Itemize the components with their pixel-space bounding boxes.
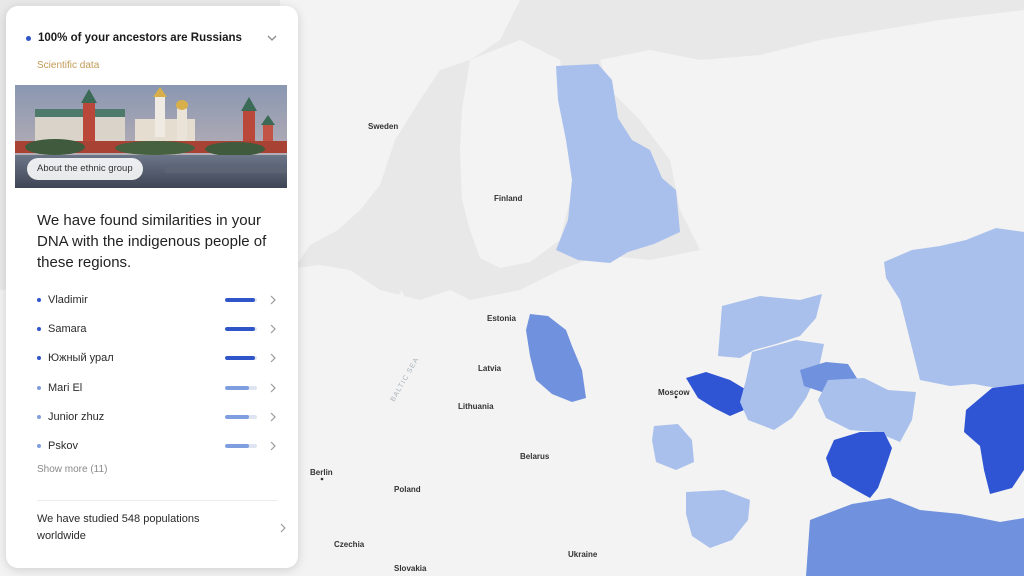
region-list: Vladimir Samara Южный урал Mari El Junior zh… [37, 285, 277, 461]
similarity-bar [225, 385, 257, 390]
label-lithuania: Lithuania [458, 402, 494, 411]
region-dot [37, 414, 41, 419]
ethnic-group-banner: About the ethnic group [15, 85, 287, 188]
chevron-right-icon [270, 383, 276, 392]
region-item[interactable]: Samara [37, 314, 277, 343]
chevron-down-icon[interactable] [266, 32, 278, 44]
region-item[interactable]: Южный урал [37, 344, 277, 373]
show-more-link[interactable]: Show more (11) [37, 464, 107, 475]
chevron-right-icon [270, 295, 276, 305]
region-item[interactable]: Pskov [37, 431, 277, 460]
similarity-bar-fill [225, 385, 249, 390]
label-moscow: Moscow [658, 388, 690, 397]
region-name: Junior zhuz [48, 410, 105, 423]
similarity-bar-fill [225, 414, 249, 419]
similarity-bar [225, 326, 257, 331]
similarity-bar-fill [225, 444, 249, 449]
ancestry-title: 100% of your ancestors are Russians [38, 32, 242, 44]
studied-populations-row[interactable]: We have studied 548 populations worldwid… [37, 511, 287, 545]
label-berlin: Berlin [310, 468, 333, 477]
chevron-right-icon [270, 353, 276, 363]
region-dot [37, 385, 41, 390]
similarity-bar-fill [225, 297, 256, 302]
region-dot [37, 326, 41, 331]
studied-populations-text: We have studied 548 populations worldwid… [37, 513, 200, 542]
label-slovakia: Slovakia [394, 564, 427, 573]
region-item[interactable]: Vladimir [37, 285, 277, 314]
label-czechia: Czechia [334, 540, 365, 549]
label-sweden: Sweden [368, 122, 398, 131]
scientific-data-label: Scientific data [37, 60, 100, 71]
region-dot [37, 444, 41, 449]
header-dot [26, 35, 31, 41]
ancestry-panel: 100% of your ancestors are Russians Scie… [6, 6, 298, 568]
region-name: Mari El [48, 381, 83, 394]
region-name: Vladimir [48, 293, 88, 306]
about-ethnic-group-button[interactable]: About the ethnic group [27, 158, 143, 180]
moscow-dot [674, 395, 678, 399]
chevron-right-icon [270, 441, 276, 451]
divider [37, 500, 278, 501]
label-latvia: Latvia [478, 364, 502, 373]
similarity-bar-fill [225, 356, 256, 361]
region-name: Samara [48, 322, 87, 335]
chevron-right-icon [280, 523, 286, 533]
region-dot [37, 356, 41, 361]
label-estonia: Estonia [487, 314, 516, 323]
region-dot [37, 297, 41, 302]
label-belarus: Belarus [520, 452, 550, 461]
chevron-right-icon [270, 324, 276, 334]
similarity-bar [225, 297, 257, 302]
label-ukraine: Ukraine [568, 550, 598, 559]
similarity-bar [225, 444, 257, 449]
region-item[interactable]: Mari El [37, 373, 277, 402]
berlin-dot [320, 477, 324, 481]
chevron-right-icon [270, 412, 276, 422]
dna-headline: We have found similarities in your DNA w… [37, 212, 267, 271]
label-poland: Poland [394, 485, 421, 494]
similarity-bar [225, 414, 257, 419]
region-name: Pskov [48, 440, 78, 453]
similarity-bar-fill [225, 326, 256, 331]
ancestry-header[interactable]: 100% of your ancestors are Russians [26, 30, 278, 46]
region-item[interactable]: Junior zhuz [37, 402, 277, 431]
label-finland: Finland [494, 194, 523, 203]
region-name: Южный урал [48, 352, 114, 365]
similarity-bar [225, 356, 257, 361]
